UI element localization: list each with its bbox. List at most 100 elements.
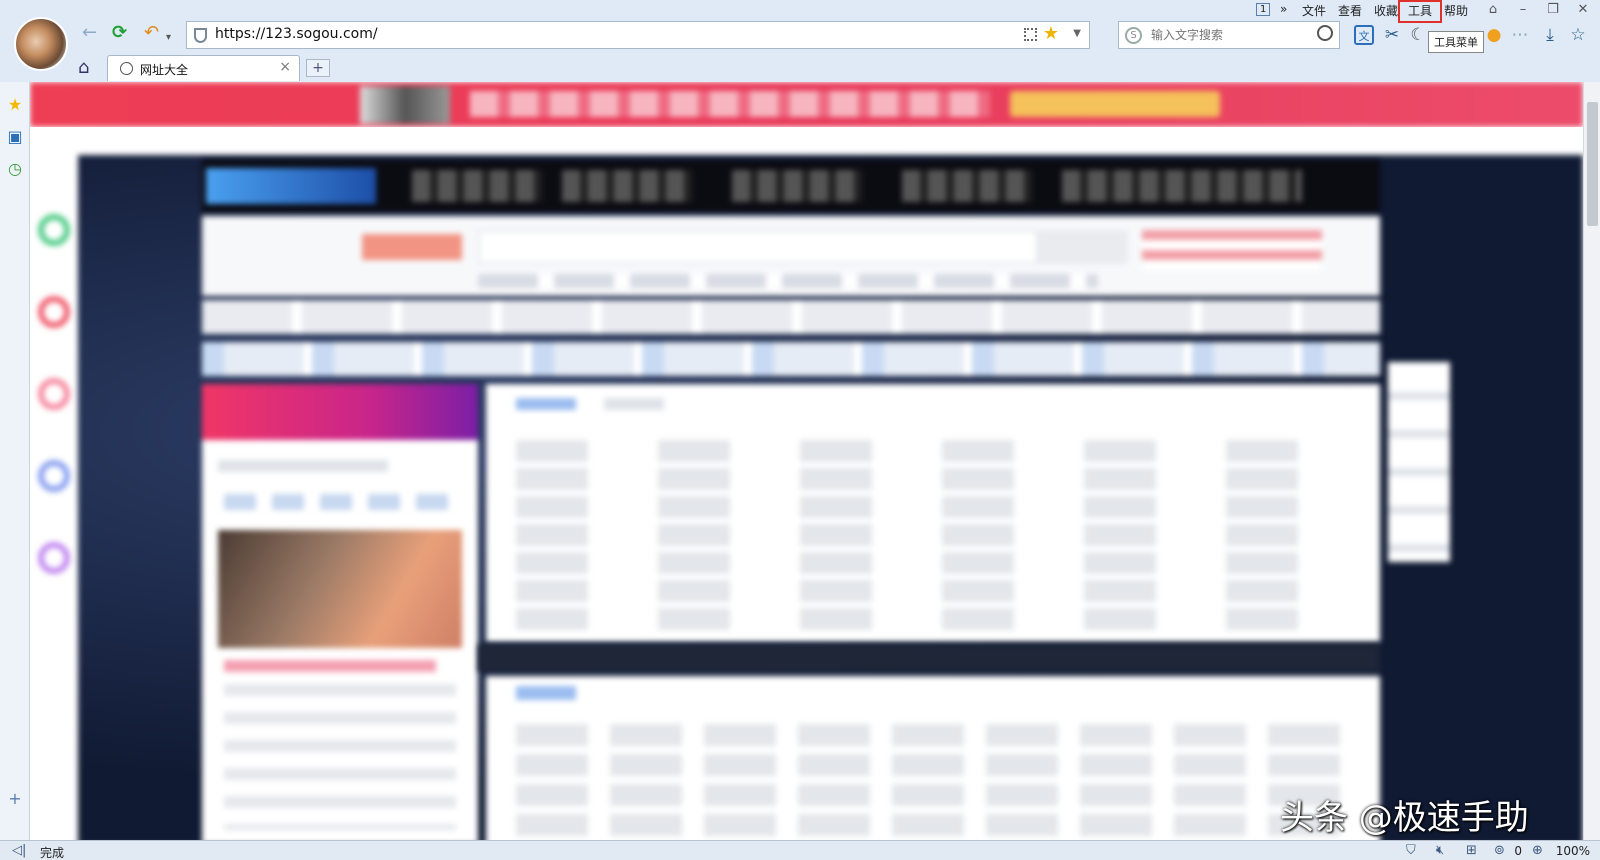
news-photo[interactable] (218, 530, 462, 648)
links-grid[interactable] (516, 716, 1356, 840)
search-input[interactable] (1151, 25, 1311, 45)
reading-icon[interactable]: ▣ (6, 128, 24, 146)
category-nav[interactable] (202, 300, 1380, 334)
search-box[interactable]: S (1118, 21, 1340, 49)
info-widget[interactable] (1062, 170, 1302, 202)
links-panel (486, 384, 1380, 642)
bookmark-star-icon[interactable]: ★ (1043, 23, 1059, 44)
home-icon[interactable]: ⌂ (78, 57, 89, 78)
news-headline[interactable] (218, 460, 388, 472)
download-status-icon[interactable]: ⊚ (1494, 843, 1505, 858)
links-panel-2 (486, 676, 1380, 840)
banner-button[interactable] (1010, 91, 1220, 117)
mute-icon[interactable]: 🔇︎ (1436, 843, 1444, 858)
sidebar: ★ ▣ ◷ + (0, 82, 30, 840)
page-search-button[interactable] (1038, 230, 1128, 264)
panel-tab-active[interactable] (516, 398, 576, 410)
menu-bar: 1 » 文件 查看 收藏 工具 帮助 ⌂ – ❐ ✕ (0, 0, 1600, 20)
status-bar: ◁| 完成 ⛉ 🔇︎ ⊞ ⊚ 0 ⊕ 100% (0, 840, 1600, 860)
zoom-level[interactable]: 100% (1556, 844, 1590, 858)
zoom-icon[interactable]: ⊕ (1532, 843, 1543, 858)
side-app-icon[interactable] (38, 296, 70, 328)
user-avatar[interactable] (14, 17, 68, 71)
menu-favorites[interactable]: 收藏 (1374, 2, 1398, 19)
promo-banner[interactable] (202, 384, 478, 440)
top-links (30, 127, 1583, 155)
globe-icon (120, 62, 133, 75)
skin-icon[interactable]: ⌂ (1482, 1, 1504, 19)
page-search-input[interactable] (478, 230, 1038, 264)
search-logo (362, 234, 462, 260)
side-app-icon[interactable] (38, 214, 70, 246)
sidebar-toggle-icon[interactable]: ◁| (12, 843, 26, 858)
extension-icon[interactable]: ● (1484, 25, 1504, 45)
links-grid[interactable] (516, 434, 1356, 634)
favorites-star-icon[interactable]: ★ (6, 96, 24, 114)
undo-dropdown-icon[interactable]: ▾ (166, 28, 171, 48)
side-app-icon[interactable] (38, 542, 70, 574)
close-window-icon[interactable]: ✕ (1572, 1, 1594, 19)
download-icon[interactable]: ⤓ (1540, 25, 1560, 45)
menu-more[interactable]: » (1280, 2, 1287, 16)
banner-image (360, 86, 450, 124)
toolbox-icon[interactable]: ⊞ (1466, 843, 1477, 858)
tools-menu-highlight (1398, 0, 1442, 23)
sogou-logo-icon[interactable]: S (1125, 27, 1142, 44)
site-logo[interactable] (206, 168, 376, 204)
collect-star-icon[interactable]: ☆ (1568, 25, 1588, 45)
menu-file[interactable]: 文件 (1302, 2, 1326, 19)
weather-widget[interactable] (902, 170, 1032, 202)
watermark: 头条 @极速手助 (1280, 798, 1529, 838)
undo-icon[interactable]: ↶ (144, 23, 159, 43)
tools-menu-tooltip: 工具菜单 (1428, 31, 1484, 53)
minimize-icon[interactable]: – (1512, 1, 1534, 19)
address-dropdown-icon[interactable]: ▼ (1073, 28, 1081, 39)
url-text[interactable]: https://123.sogou.com/ (215, 26, 378, 42)
tab-title: 网址大全 (140, 63, 189, 77)
back-arrow-icon[interactable]: ← (82, 23, 97, 43)
hot-links[interactable] (1142, 230, 1322, 270)
address-bar[interactable]: https://123.sogou.com/ ★ ▼ (186, 21, 1090, 49)
ad-banner[interactable] (30, 82, 1583, 127)
status-text: 完成 (40, 846, 65, 860)
moon-icon[interactable]: ☾ (1408, 25, 1428, 45)
more-dots-icon[interactable]: ⋯ (1510, 25, 1530, 45)
scissors-icon[interactable]: ✂ (1382, 25, 1402, 45)
weather-widget[interactable] (412, 170, 542, 202)
weather-widget[interactable] (732, 170, 862, 202)
side-app-icon[interactable] (38, 378, 70, 410)
page-header (202, 160, 1380, 212)
refresh-icon[interactable]: ⟳ (112, 23, 127, 43)
new-tab-button[interactable]: + (306, 59, 330, 77)
security-shield-icon (194, 28, 207, 43)
restore-icon[interactable]: ❐ (1542, 1, 1564, 19)
site-nav[interactable] (202, 342, 1380, 376)
history-clock-icon[interactable]: ◷ (6, 160, 24, 178)
tab-active[interactable]: 网址大全 × (107, 55, 300, 81)
section-title (516, 686, 576, 700)
vertical-scrollbar[interactable] (1583, 82, 1600, 840)
menu-help[interactable]: 帮助 (1444, 2, 1468, 19)
download-count: 0 (1514, 844, 1522, 858)
weather-widget[interactable] (562, 170, 692, 202)
news-column (202, 384, 478, 840)
right-rail[interactable] (1388, 362, 1450, 562)
menu-view[interactable]: 查看 (1338, 2, 1362, 19)
search-icon[interactable] (1317, 25, 1333, 41)
news-list[interactable] (224, 684, 456, 830)
panel-tab[interactable] (604, 398, 664, 410)
search-suggestions[interactable] (478, 274, 1098, 288)
news-featured-link[interactable] (224, 660, 436, 672)
qr-code-icon[interactable] (1024, 28, 1037, 41)
shield-status-icon[interactable]: ⛉ (1406, 843, 1416, 858)
translate-icon[interactable]: 文 (1354, 25, 1374, 45)
side-app-icon[interactable] (38, 460, 70, 492)
section-strip[interactable] (478, 644, 1380, 672)
sidebar-add-icon[interactable]: + (6, 790, 24, 808)
news-tabs[interactable] (224, 494, 456, 510)
web-content[interactable] (30, 82, 1583, 840)
tab-close-icon[interactable]: × (279, 59, 291, 75)
banner-text (470, 91, 990, 117)
scrollbar-thumb[interactable] (1587, 102, 1598, 226)
page-indicator[interactable]: 1 (1256, 3, 1271, 16)
